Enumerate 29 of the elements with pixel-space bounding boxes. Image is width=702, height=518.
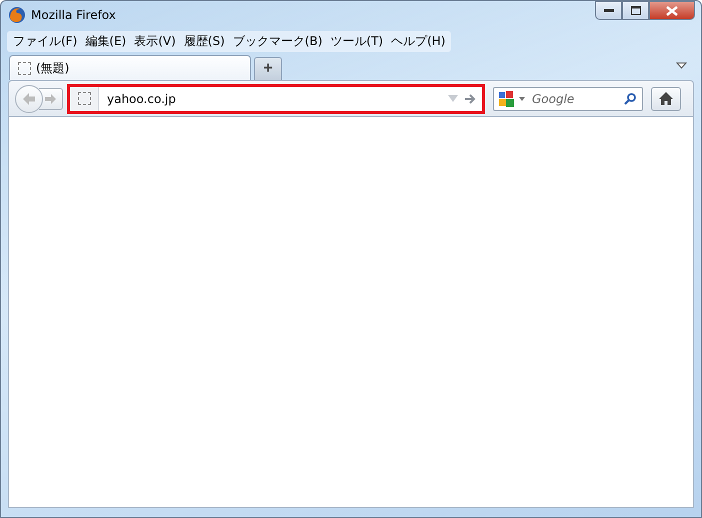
search-input[interactable]: Google: [528, 92, 621, 106]
home-button[interactable]: [651, 86, 681, 110]
maximize-icon: [630, 6, 640, 15]
menu-item[interactable]: ファイル(F): [9, 33, 82, 50]
maximize-button[interactable]: [622, 1, 649, 20]
tab[interactable]: (無題): [9, 55, 251, 80]
menu-item[interactable]: 編集(E): [81, 33, 130, 50]
close-button[interactable]: [649, 1, 695, 20]
close-icon: [666, 6, 678, 16]
globe-icon: [8, 6, 26, 24]
forward-arrow-icon: [44, 92, 57, 104]
menu-item[interactable]: 表示(V): [130, 33, 180, 50]
menu-item[interactable]: ツール(T): [326, 33, 388, 50]
search-engine-icon[interactable]: [498, 90, 516, 108]
search-icon[interactable]: [624, 92, 636, 104]
address-bar[interactable]: yahoo.co.jp: [67, 84, 485, 114]
go-arrow-icon[interactable]: [464, 94, 476, 104]
window-title: Mozilla Firefox: [31, 8, 116, 22]
menu-item[interactable]: ブックマーク(B): [228, 33, 326, 50]
new-tab-button[interactable]: +: [254, 57, 282, 80]
menu-item[interactable]: ヘルプ(H): [387, 33, 450, 50]
back-arrow-icon: [21, 92, 37, 106]
home-icon: [659, 92, 673, 105]
minimize-icon: [604, 8, 614, 12]
search-field[interactable]: Google: [493, 86, 643, 110]
dropdown-icon[interactable]: [676, 62, 687, 69]
minimize-button[interactable]: [595, 1, 622, 20]
menu-item[interactable]: 履歴(S): [180, 33, 229, 50]
caret-icon[interactable]: [519, 96, 525, 100]
